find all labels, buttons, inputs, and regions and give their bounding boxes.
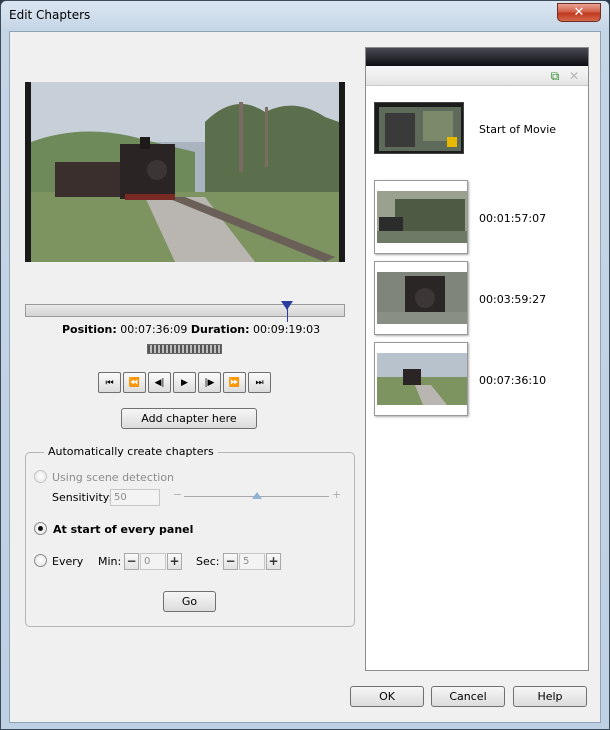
sensitivity-plus-icon: + — [332, 488, 342, 501]
sensitivity-minus-icon: − — [173, 488, 183, 501]
video-preview — [25, 82, 345, 262]
chapter-panel-toolbar: ⧉ ✕ — [366, 66, 588, 86]
go-to-end-button[interactable]: ⏭ — [248, 372, 271, 393]
chapter-item[interactable]: 00:03:59:27 — [366, 261, 588, 337]
chapter-list-panel: ⧉ ✕ Start of Movie 00:01:57:07 00:03:59:… — [365, 47, 589, 671]
chapter-label: 00:03:59:27 — [479, 293, 547, 306]
every-panel-label: At start of every panel — [53, 523, 194, 536]
copy-chapter-icon[interactable]: ⧉ — [548, 69, 562, 83]
go-to-start-button[interactable]: ⏮ — [98, 372, 121, 393]
fast-forward-button[interactable]: ⏩ — [223, 372, 246, 393]
position-readout: Position: 00:07:36:09 Duration: 00:09:19… — [62, 323, 320, 336]
duration-value: 00:09:19:03 — [253, 323, 321, 336]
sec-label: Sec: — [196, 555, 220, 568]
step-forward-icon: |▶︎ — [204, 377, 215, 388]
sensitivity-label: Sensitivity: — [52, 491, 113, 504]
help-button[interactable]: Help — [513, 686, 587, 707]
timeline-playhead-line — [287, 308, 288, 322]
chapter-panel-header — [366, 48, 588, 66]
chapter-item[interactable]: Start of Movie — [366, 100, 588, 176]
edit-chapters-window: Edit Chapters ✕ Position: 00:07:36:09 Du… — [0, 0, 610, 730]
step-forward-button[interactable]: |▶︎ — [198, 372, 221, 393]
chapter-thumbnail — [374, 102, 464, 154]
window-title: Edit Chapters — [9, 8, 91, 22]
transport-controls: ⏮ ⏪ ◀︎| ▶ |▶︎ ⏩ ⏭ — [98, 372, 271, 393]
timeline-slider[interactable] — [25, 301, 345, 322]
cancel-button[interactable]: Cancel — [431, 686, 505, 707]
chapter-label: 00:07:36:10 — [479, 374, 547, 387]
delete-chapter-icon[interactable]: ✕ — [567, 69, 581, 83]
every-label: Every — [52, 555, 84, 568]
sec-decrement-button[interactable]: − — [223, 553, 238, 570]
min-decrement-button[interactable]: − — [124, 553, 139, 570]
chapter-item[interactable]: 00:01:57:07 — [366, 180, 588, 256]
sensitivity-slider-thumb[interactable] — [252, 492, 262, 499]
sec-increment-button[interactable]: + — [266, 553, 281, 570]
chapter-thumbnail — [374, 180, 468, 254]
fast-rewind-button[interactable]: ⏪ — [123, 372, 146, 393]
fast-forward-icon: ⏩ — [228, 377, 241, 388]
chapter-item[interactable]: 00:07:36:10 — [366, 342, 588, 418]
radio-selected-dot — [38, 526, 43, 531]
ok-button[interactable]: OK — [350, 686, 424, 707]
go-button[interactable]: Go — [163, 591, 216, 612]
duration-label: Duration: — [190, 323, 250, 336]
timeline-playhead[interactable] — [281, 301, 293, 310]
scene-detection-label: Using scene detection — [52, 471, 175, 484]
auto-create-group-label: Automatically create chapters — [44, 445, 218, 458]
step-back-button[interactable]: ◀︎| — [148, 372, 171, 393]
every-panel-radio[interactable] — [34, 522, 47, 535]
min-label: Min: — [98, 555, 122, 568]
chapter-label: 00:01:57:07 — [479, 212, 547, 225]
position-value: 00:07:36:09 — [120, 323, 188, 336]
jog-shuttle[interactable] — [147, 344, 222, 354]
play-icon: ▶ — [181, 377, 188, 388]
min-field[interactable]: 0 — [140, 553, 166, 570]
chapter-thumbnail — [374, 261, 468, 335]
go-to-end-icon: ⏭ — [255, 377, 264, 388]
add-chapter-button[interactable]: Add chapter here — [121, 408, 257, 429]
dialog-body: Position: 00:07:36:09 Duration: 00:09:19… — [9, 31, 601, 723]
sensitivity-field[interactable]: 50 — [110, 489, 160, 506]
scene-detection-radio[interactable] — [34, 470, 47, 483]
position-label: Position: — [62, 323, 117, 336]
go-to-start-icon: ⏮ — [105, 377, 114, 388]
fast-rewind-icon: ⏪ — [128, 377, 141, 388]
min-increment-button[interactable]: + — [167, 553, 182, 570]
title-bar: Edit Chapters ✕ — [1, 1, 609, 31]
step-back-icon: ◀︎| — [154, 377, 165, 388]
close-button[interactable]: ✕ — [557, 3, 601, 22]
play-button[interactable]: ▶ — [173, 372, 196, 393]
chapter-label: Start of Movie — [479, 123, 557, 136]
chapter-thumbnail — [374, 342, 468, 416]
sec-field[interactable]: 5 — [239, 553, 265, 570]
every-interval-radio[interactable] — [34, 554, 47, 567]
